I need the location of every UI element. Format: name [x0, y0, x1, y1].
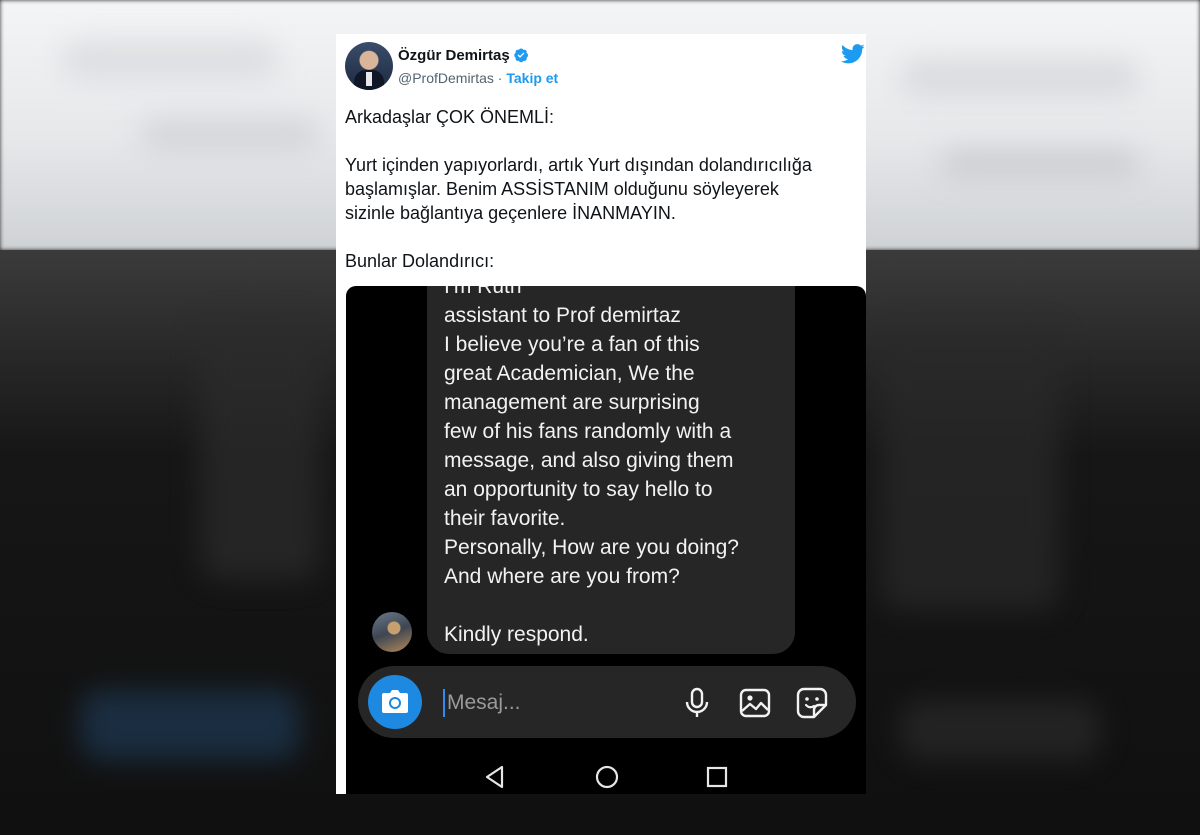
tweet-text-line: başlamışlar. Benim ASSİSTANIM olduğunu s… [345, 179, 779, 199]
avatar-shirt [366, 72, 372, 86]
tweet-text-line: Arkadaşlar ÇOK ÖNEMLİ: [345, 107, 555, 127]
android-nav-bar [346, 756, 866, 794]
home-circle-icon[interactable] [594, 764, 620, 790]
author-avatar[interactable] [345, 42, 393, 90]
tweet-media-screenshot[interactable]: I'm Ruth assistant to Prof demirtaz I be… [346, 286, 866, 794]
camera-button[interactable] [368, 675, 422, 729]
background-blur-shape [900, 60, 1140, 96]
message-line: their favorite. [444, 507, 566, 530]
message-line: I believe you’re a fan of this [444, 333, 700, 356]
message-line: assistant to Prof demirtaz [444, 304, 681, 327]
author-handle-row: @ProfDemirtas · Takip et [398, 70, 558, 86]
background-blur-shape [200, 320, 320, 580]
follow-button[interactable]: Takip et [506, 70, 558, 86]
message-line: an opportunity to say hello to [444, 478, 713, 501]
text-caret [443, 689, 445, 717]
tweet-text-line: sizinle bağlantıya geçenlere İNANMAYIN. [345, 203, 676, 223]
tweet-text-line: Bunlar Dolandırıcı: [345, 251, 495, 271]
recent-apps-square-icon[interactable] [704, 764, 730, 790]
tweet-card: Özgür Demirtaş @ProfDemirtas · Takip et … [336, 34, 866, 794]
message-input-bar [358, 666, 856, 738]
background-blur-shape [80, 690, 300, 760]
background-blur-shape [940, 150, 1140, 178]
image-gallery-icon[interactable] [738, 686, 772, 720]
message-line: Personally, How are you doing? [444, 536, 739, 559]
message-line: I'm Ruth [444, 286, 522, 298]
handle-separator: · [493, 70, 507, 86]
back-triangle-icon[interactable] [482, 764, 508, 790]
message-line: And where are you from? [444, 565, 680, 588]
message-line: great Academician, We the [444, 362, 695, 385]
message-line: Kindly respond. [444, 623, 589, 646]
message-line: few of his fans randomly with a [444, 420, 732, 443]
background-blur-shape [900, 700, 1100, 760]
message-line: message, and also giving them [444, 449, 734, 472]
message-input[interactable] [447, 688, 647, 718]
tweet-text-line: Yurt içinden yapıyorlardı, artık Yurt dı… [345, 155, 812, 175]
tweet-body: Arkadaşlar ÇOK ÖNEMLİ: Yurt içinden yapı… [345, 105, 865, 273]
message-text: I'm Ruth assistant to Prof demirtaz I be… [444, 286, 804, 649]
message-line: management are surprising [444, 391, 700, 414]
camera-icon [382, 690, 408, 713]
author-name[interactable]: Özgür Demirtaş [398, 47, 510, 64]
background-blur-shape [140, 120, 320, 150]
twitter-bird-icon[interactable] [841, 44, 865, 64]
microphone-icon[interactable] [680, 686, 714, 720]
sticker-icon[interactable] [795, 686, 829, 720]
author-handle[interactable]: @ProfDemirtas [398, 70, 494, 86]
sender-avatar[interactable] [372, 612, 412, 652]
background-blur-shape [880, 330, 1060, 610]
verified-badge-icon [514, 48, 528, 63]
background-blur-shape [60, 40, 280, 80]
